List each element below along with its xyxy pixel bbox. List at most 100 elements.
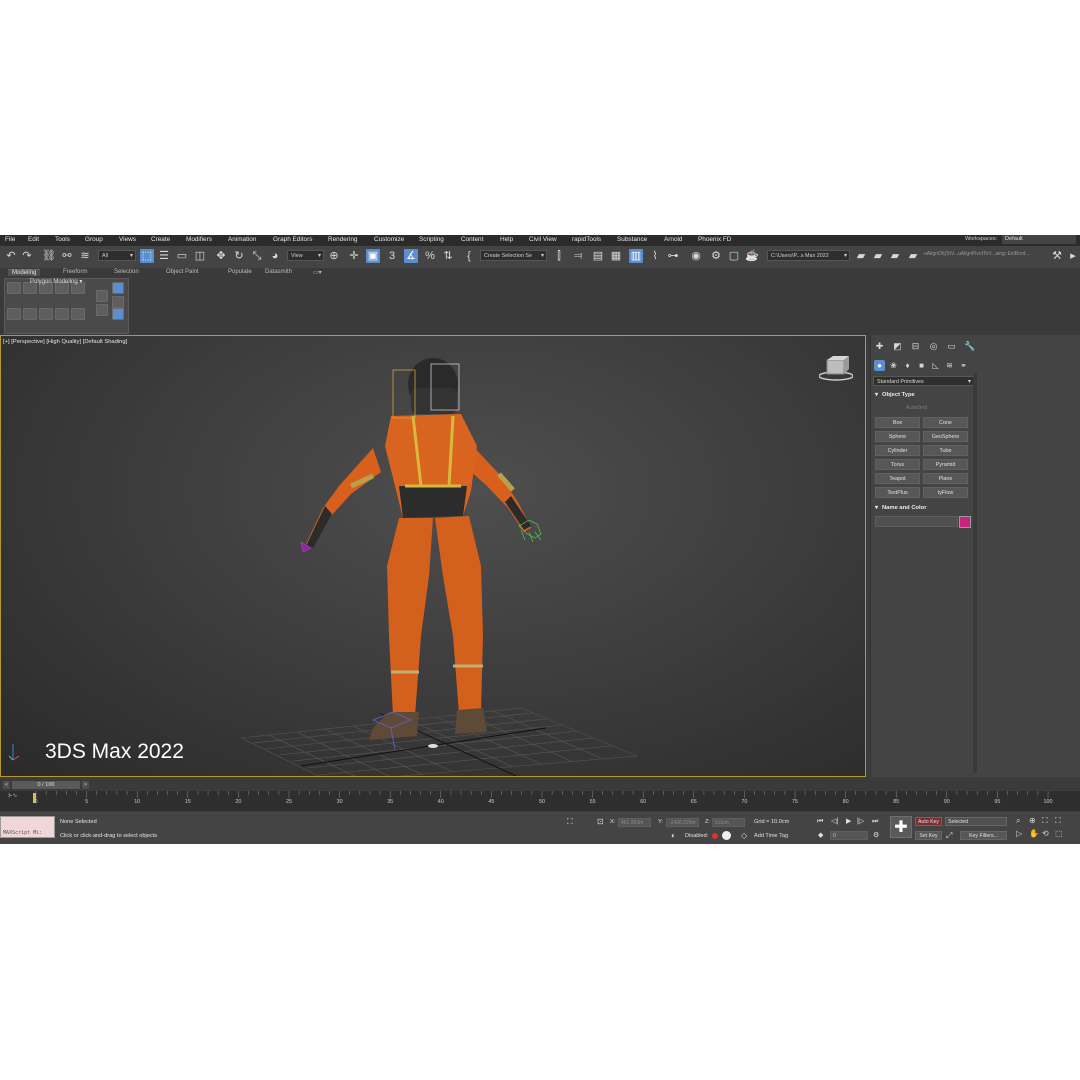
zoom-extents-icon[interactable]: ⛶	[1042, 816, 1048, 825]
utilities-tab-icon[interactable]: 🔧	[964, 341, 975, 352]
unlink-icon[interactable]: ⚯	[60, 249, 74, 263]
render-setup-icon[interactable]: ⚙	[709, 249, 723, 263]
ribbon-panel-label[interactable]: Polygon Modeling ▾	[30, 278, 82, 285]
record-indicator-icon[interactable]	[712, 833, 718, 839]
loop-button[interactable]	[112, 308, 124, 320]
menu-file[interactable]: File	[5, 236, 15, 243]
select-place-icon[interactable]: ◕	[268, 249, 282, 263]
undo-icon[interactable]: ↶	[4, 249, 18, 263]
lights-icon[interactable]: ♦	[902, 360, 913, 371]
tube-button[interactable]: Tube	[923, 445, 968, 456]
go-to-start-icon[interactable]: ⏮	[817, 817, 823, 826]
primitive-category-dropdown[interactable]: Standard Primitives	[873, 376, 974, 387]
x-coordinate-field[interactable]: 461.963m	[618, 818, 651, 827]
menu-graph-editors[interactable]: Graph Editors	[273, 236, 312, 243]
pyramid-button[interactable]: Pyramid	[923, 459, 968, 470]
space-warps-icon[interactable]: ≋	[944, 360, 955, 371]
menu-create[interactable]: Create	[151, 236, 170, 243]
add-time-tag[interactable]: Add Time Tag	[754, 833, 788, 839]
prev-frame-arrow[interactable]: <	[3, 781, 10, 789]
named-selection-set-dropdown[interactable]: Create Selection Se	[480, 250, 547, 261]
angle-snap-icon[interactable]: ∡	[404, 249, 418, 263]
project-folder-dropdown[interactable]: C:\Users\P...s Max 2022	[767, 250, 850, 261]
menu-help[interactable]: Help	[500, 236, 513, 243]
select-object-icon[interactable]: ⬚	[140, 249, 154, 263]
time-tag-icon[interactable]: ◇	[741, 831, 747, 840]
extra-icon[interactable]: ▸	[1066, 249, 1080, 263]
viewcube[interactable]	[819, 356, 853, 382]
repeat-last-button[interactable]	[39, 308, 53, 320]
menu-arnold[interactable]: Arnold	[664, 236, 682, 243]
rect-selection-region-icon[interactable]: ▭	[175, 249, 189, 263]
layer-explorer-icon[interactable]: ▦	[609, 249, 623, 263]
textplus-button[interactable]: TextPlus	[875, 487, 920, 498]
trackbar-menu-icon[interactable]: ⊱∿	[8, 793, 17, 799]
percent-snap-icon[interactable]: %	[423, 249, 437, 263]
motion-tab-icon[interactable]: ◎	[928, 341, 939, 352]
menu-edit[interactable]: Edit	[28, 236, 39, 243]
pan-view-icon[interactable]: ✋	[1029, 829, 1039, 838]
teapot-button[interactable]: Teapot	[875, 473, 920, 484]
y-coordinate-field[interactable]: -1436.226m	[666, 818, 699, 827]
go-to-end-icon[interactable]: ⏭	[872, 817, 878, 826]
toggle-scene-explorer-icon[interactable]: ▤	[591, 249, 605, 263]
key-filters-button[interactable]: Key Filters...	[960, 831, 1007, 840]
ribbon-tab-modeling[interactable]: Modeling	[8, 269, 41, 276]
manipulate-icon[interactable]: ✛	[347, 249, 361, 263]
field-of-view-icon[interactable]: ▷	[1016, 829, 1022, 838]
modify-mode-button[interactable]	[7, 308, 21, 320]
auto-key-button[interactable]: Auto Key	[915, 817, 942, 826]
maximize-viewport-icon[interactable]: ⬚	[1055, 829, 1063, 838]
grow-button[interactable]	[96, 290, 108, 302]
geometry-icon[interactable]: ●	[874, 360, 885, 371]
menu-rapidtools[interactable]: rapidTools	[572, 236, 601, 243]
menu-tools[interactable]: Tools	[55, 236, 70, 243]
tools-icon[interactable]: ⚒	[1050, 249, 1064, 263]
keyboard-shortcut-override-icon[interactable]: ▣	[366, 249, 380, 263]
object-name-field[interactable]	[875, 516, 958, 527]
time-slider-thumb[interactable]: 0 / 100	[12, 781, 80, 789]
material-editor-icon[interactable]: ◉	[689, 249, 703, 263]
select-scale-icon[interactable]: ⤡	[250, 249, 264, 263]
preserve-uvs-button[interactable]	[23, 308, 37, 320]
next-frame-arrow[interactable]: >	[82, 781, 89, 789]
ribbon-options-icon[interactable]: ▭▾	[313, 269, 322, 276]
adaptive-degradation-icon[interactable]: ◐	[671, 831, 676, 840]
pivot-center-icon[interactable]: ⊕	[327, 249, 341, 263]
key-filter-icon[interactable]: ⤢	[946, 831, 952, 840]
menu-scripting[interactable]: Scripting	[419, 236, 444, 243]
rendered-frame-window-icon[interactable]: ▢	[727, 249, 741, 263]
link-icon[interactable]: ⛓	[42, 249, 56, 263]
cylinder-button[interactable]: Cylinder	[875, 445, 920, 456]
bind-space-warp-icon[interactable]: ≋	[78, 249, 92, 263]
object-type-rollout[interactable]: Object Type	[873, 390, 970, 400]
ribbon-tab-selection[interactable]: Selection	[114, 269, 139, 275]
display-tab-icon[interactable]: ▭	[946, 341, 957, 352]
ribbon-tab-object-paint[interactable]: Object Paint	[166, 269, 199, 275]
cone-button[interactable]: Cone	[923, 417, 968, 428]
autogrid-checkbox[interactable]: AutoGrid	[906, 405, 927, 411]
geosphere-button[interactable]: GeoSphere	[923, 431, 968, 442]
tyflow-button[interactable]: tyFlow	[923, 487, 968, 498]
zoom-all-icon[interactable]: ⊕	[1029, 816, 1036, 825]
script-toolbar-text[interactable]: uAlignObjToV...uAlignPivotToV...aing::Ex…	[924, 251, 1044, 261]
collapse-stack-button[interactable]	[55, 308, 69, 320]
helpers-icon[interactable]: ◺	[930, 360, 941, 371]
curve-editor-icon[interactable]: ⌇	[648, 249, 662, 263]
name-and-color-rollout[interactable]: Name and Color	[873, 503, 970, 513]
hierarchy-tab-icon[interactable]: ⊟	[910, 341, 921, 352]
window-crossing-icon[interactable]: ◫	[193, 249, 207, 263]
shapes-icon[interactable]: ❀	[888, 360, 899, 371]
set-keys-button[interactable]: ✚	[890, 816, 912, 838]
command-panel-scrollbar[interactable]	[973, 373, 977, 773]
menu-group[interactable]: Group	[85, 236, 103, 243]
ribbon-toggle-icon[interactable]: ▥	[629, 249, 643, 263]
menu-civil-view[interactable]: Civil View	[529, 236, 557, 243]
time-slider[interactable]: < 0 / 100 >	[0, 780, 1080, 790]
menu-animation[interactable]: Animation	[228, 236, 256, 243]
plane-button[interactable]: Plane	[923, 473, 968, 484]
key-mode-dropdown[interactable]: Selected	[945, 817, 1007, 826]
box-button[interactable]: Box	[875, 417, 920, 428]
edit-poly-mode-button[interactable]	[112, 282, 124, 294]
redo-icon[interactable]: ↷	[20, 249, 34, 263]
